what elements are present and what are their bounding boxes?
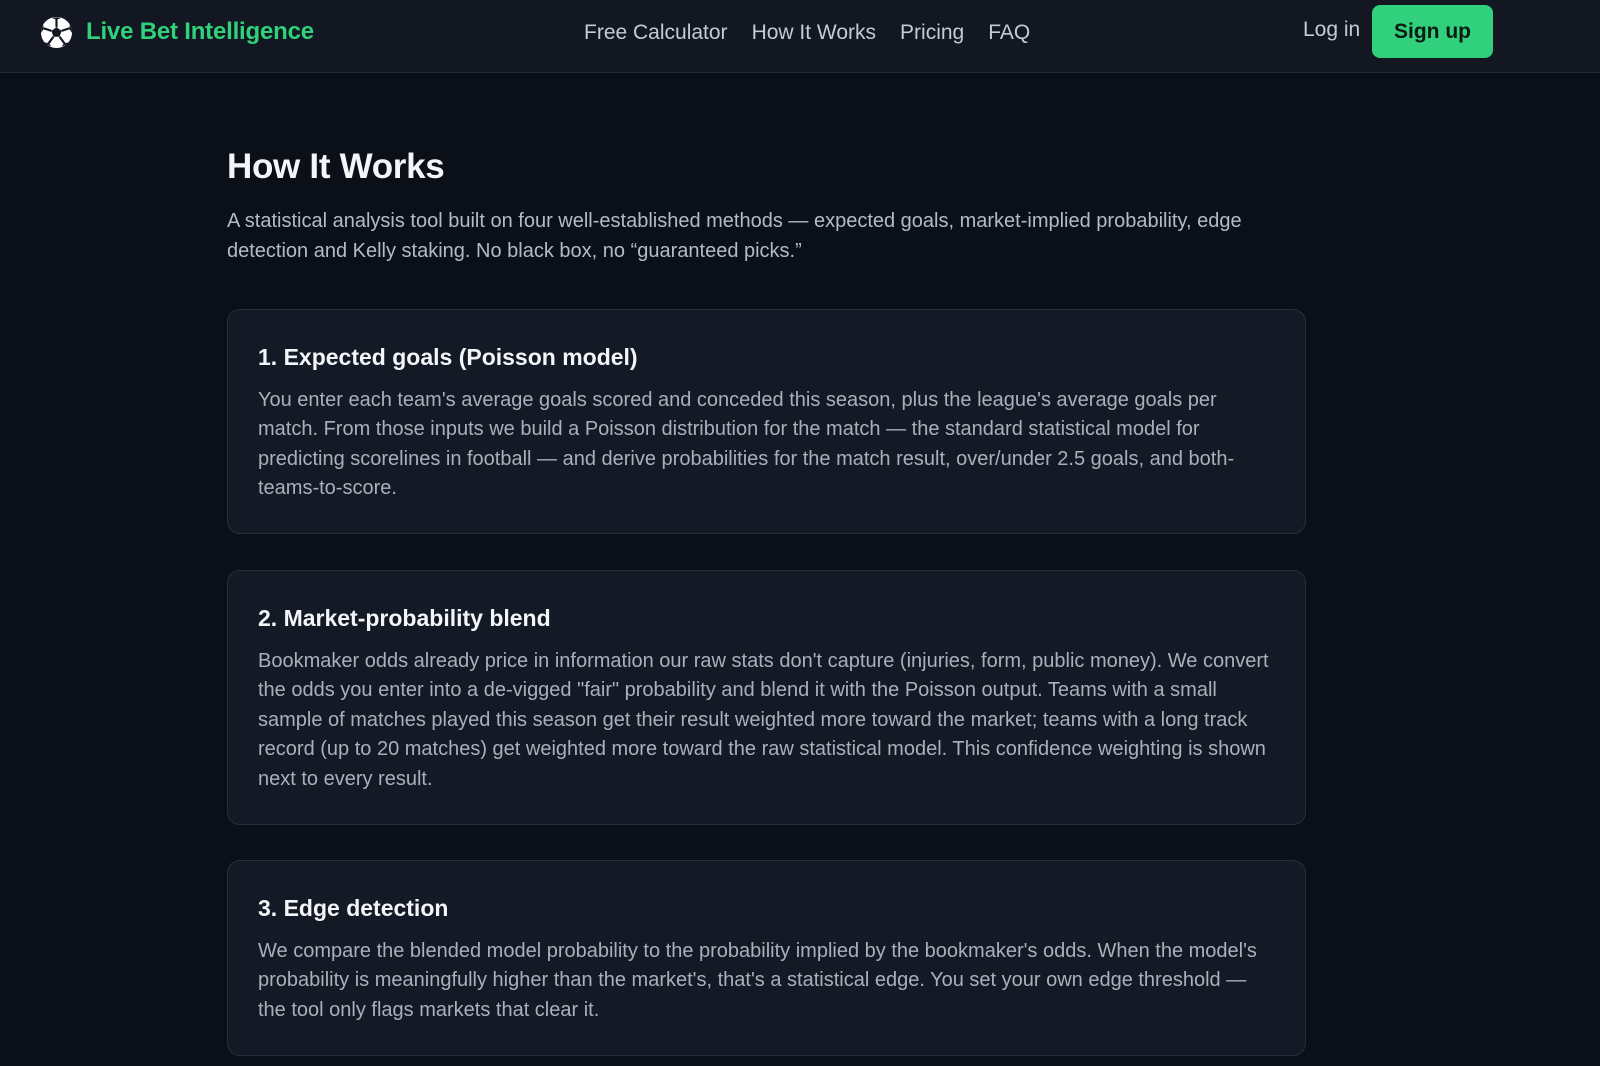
section-body: Bookmaker odds already price in informat… (258, 650, 1269, 790)
section-title: 3. Edge detection (258, 895, 449, 921)
nav-link-faq[interactable]: FAQ (988, 21, 1030, 45)
section-card-expected-goals: 1. Expected goals (Poisson model) You en… (227, 309, 1306, 534)
brand-home-link[interactable]: Live Bet Intelligence (40, 15, 314, 49)
soccer-ball-icon (40, 16, 73, 48)
top-navbar: Live Bet Intelligence Free Calculator Ho… (0, 0, 1600, 73)
nav-link-free-calculator[interactable]: Free Calculator (584, 21, 728, 45)
section-title: 1. Expected goals (Poisson model) (258, 344, 638, 370)
page-title: How It Works (227, 147, 445, 186)
section-card-edge-detection: 3. Edge detection We compare the blended… (227, 860, 1306, 1056)
page-intro: A statistical analysis tool built on fou… (227, 210, 1242, 262)
nav-link-how-it-works[interactable]: How It Works (752, 21, 876, 45)
section-title: 2. Market-probability blend (258, 605, 551, 631)
nav-link-pricing[interactable]: Pricing (900, 21, 964, 45)
section-body: We compare the blended model probability… (258, 940, 1257, 1021)
main-nav: Free Calculator How It Works Pricing FAQ (584, 18, 1030, 48)
brand-name: Live Bet Intelligence (86, 18, 314, 45)
section-card-market-probability-blend: 2. Market-probability blend Bookmaker od… (227, 570, 1306, 825)
signup-button[interactable]: Sign up (1372, 5, 1493, 58)
login-link[interactable]: Log in (1303, 18, 1360, 42)
section-body: You enter each team's average goals scor… (258, 389, 1235, 500)
